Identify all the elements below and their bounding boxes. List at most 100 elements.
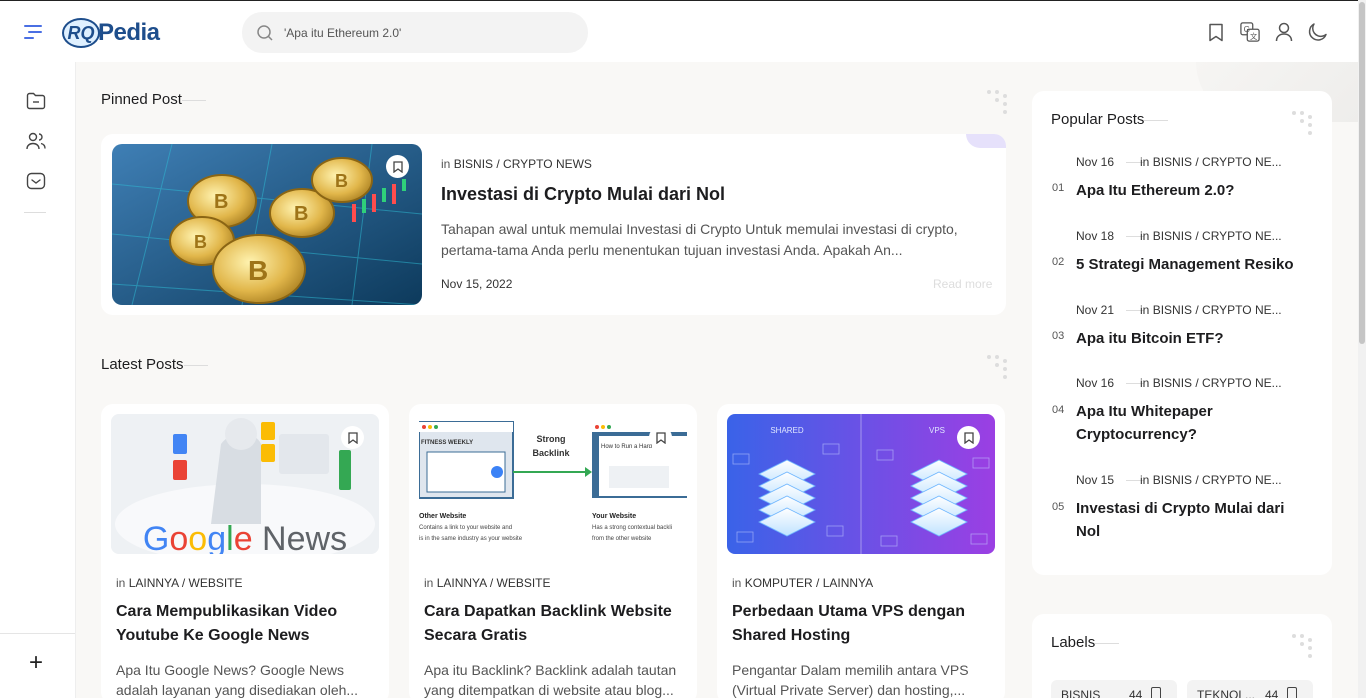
pinned-category-link[interactable]: BISNIS / CRYPTO NEWS [454, 157, 592, 171]
search-input[interactable] [284, 22, 574, 44]
bookmark-icon [1151, 687, 1161, 698]
search-icon [257, 25, 273, 41]
svg-text:Strong: Strong [537, 434, 566, 444]
popular-number: 03 [1052, 330, 1065, 342]
popular-category-link[interactable]: BISNIS / CRYPTO NE... [1153, 229, 1282, 243]
page-scrollbar[interactable] [1358, 0, 1366, 698]
bookmark-icon[interactable] [957, 426, 980, 449]
post-category-link[interactable]: KOMPUTER / LAINNYA [745, 576, 873, 590]
folder-icon[interactable] [25, 90, 47, 112]
svg-text:Backlink: Backlink [532, 448, 570, 458]
popular-category-link[interactable]: BISNIS / CRYPTO NE... [1153, 155, 1282, 169]
post-excerpt: Apa Itu Google News? Google News adalah … [116, 662, 359, 698]
moon-icon[interactable] [1308, 21, 1328, 43]
latest-dots-icon [987, 355, 1007, 379]
popular-date: Nov 16 [1076, 376, 1115, 390]
popular-date: Nov 16 [1076, 155, 1115, 169]
plus-icon[interactable]: + [25, 651, 47, 675]
label-count: 44 [1265, 688, 1279, 698]
post-category-link[interactable]: LAINNYA / WEBSITE [437, 576, 551, 590]
google-news-logo: Google News [143, 520, 347, 554]
post-title[interactable]: Perbedaan Utama VPS dengan Shared Hostin… [732, 600, 997, 648]
top-bar: RQ Pedia G文 [0, 0, 1358, 62]
post-category: in LAINNYA / WEBSITE [424, 576, 551, 590]
svg-text:FITNESS WEEKLY: FITNESS WEEKLY [421, 440, 473, 446]
popular-category: in BISNIS / CRYPTO NE... [1140, 155, 1282, 169]
logo-rq: RQ [62, 18, 100, 48]
user-icon[interactable] [1274, 21, 1294, 43]
users-icon[interactable] [25, 130, 47, 152]
svg-text:Has a strong contextual backli: Has a strong contextual backli [592, 525, 672, 531]
header-actions: G文 [1206, 21, 1328, 43]
svg-text:B: B [294, 203, 308, 225]
bookmark-icon[interactable] [649, 426, 672, 449]
post-card[interactable]: FITNESS WEEKLY Strong Backlink How to Ru… [409, 404, 697, 698]
site-logo[interactable]: RQ Pedia [62, 16, 160, 50]
label-chip[interactable]: BISNIS 44 [1051, 680, 1177, 698]
sidebar-bottom-divider [0, 633, 75, 634]
sidebar-divider [24, 212, 46, 213]
popular-posts-widget: Popular Posts Nov 16 in BISNIS / CRYPTO … [1032, 91, 1332, 575]
svg-text:B: B [214, 191, 228, 213]
bookmark-icon[interactable] [341, 426, 364, 449]
pinned-category: in BISNIS / CRYPTO NEWS [441, 157, 592, 171]
popular-category-link[interactable]: BISNIS / CRYPTO NE... [1153, 303, 1282, 317]
pinned-post-title[interactable]: Investasi di Crypto Mulai dari Nol [441, 184, 725, 205]
popular-category: in BISNIS / CRYPTO NE... [1140, 376, 1282, 390]
popular-number: 02 [1052, 256, 1065, 268]
popular-date: Nov 21 [1076, 303, 1115, 317]
post-card[interactable]: SHARED VPS in KOMPUTER / LAINNYA Perbeda… [717, 404, 1005, 698]
popular-title[interactable]: Apa Itu Ethereum 2.0? [1076, 179, 1316, 202]
label-name: BISNIS [1061, 688, 1101, 698]
svg-text:Your Website: Your Website [592, 513, 636, 520]
label-name: TEKNOL... [1197, 688, 1256, 698]
post-title[interactable]: Cara Mempublikasikan Video Youtube Ke Go… [116, 600, 381, 648]
labels-widget: Labels BISNIS 44 TEKNOL... 44 [1032, 614, 1332, 698]
sidebar: + [0, 62, 76, 698]
popular-category-link[interactable]: BISNIS / CRYPTO NE... [1153, 376, 1282, 390]
post-image[interactable]: SHARED VPS [727, 414, 995, 554]
read-more-link[interactable]: Read more [933, 277, 992, 291]
svg-text:B: B [194, 232, 207, 252]
scrollbar-thumb[interactable] [1359, 2, 1365, 344]
post-category: in KOMPUTER / LAINNYA [732, 576, 874, 590]
post-card[interactable]: Google News in LAINNYA / WEBSITE Cara Me… [101, 404, 389, 698]
pinned-post-image[interactable]: BB BB B [112, 144, 422, 305]
post-image[interactable]: Google News [111, 414, 379, 554]
svg-text:VPS: VPS [929, 426, 945, 435]
post-excerpt: Pengantar Dalam memilih antara VPS (Virt… [732, 662, 969, 698]
pinned-section-title: Pinned Post [101, 91, 206, 108]
popular-number: 01 [1052, 182, 1065, 194]
pinned-post-card[interactable]: BB BB B in BISNIS / CRYPTO NEWS Investas… [101, 134, 1006, 315]
post-category: in LAINNYA / WEBSITE [116, 576, 243, 590]
post-image[interactable]: FITNESS WEEKLY Strong Backlink How to Ru… [419, 414, 687, 554]
popular-title[interactable]: Investasi di Crypto Mulai dari Nol [1076, 497, 1306, 543]
label-count: 44 [1129, 688, 1143, 698]
svg-text:B: B [335, 171, 348, 191]
post-category-link[interactable]: LAINNYA / WEBSITE [129, 576, 243, 590]
popular-category: in BISNIS / CRYPTO NE... [1140, 473, 1282, 487]
popular-category-link[interactable]: BISNIS / CRYPTO NE... [1153, 473, 1282, 487]
bookmark-icon[interactable] [386, 155, 409, 178]
svg-text:B: B [248, 255, 268, 286]
popular-title[interactable]: Apa Itu Whitepaper Cryptocurrency? [1076, 400, 1256, 446]
svg-text:SHARED: SHARED [770, 426, 804, 435]
popular-category: in BISNIS / CRYPTO NE... [1140, 229, 1282, 243]
svg-text:is in the same industry as you: is in the same industry as your website [419, 536, 523, 542]
bookmark-icon [1287, 687, 1297, 698]
label-chip[interactable]: TEKNOL... 44 [1187, 680, 1313, 698]
inbox-icon[interactable] [25, 170, 47, 192]
search-bar[interactable] [242, 12, 588, 53]
svg-text:G: G [1244, 25, 1250, 34]
latest-section-title: Latest Posts [101, 356, 207, 373]
translate-icon[interactable]: G文 [1240, 21, 1260, 43]
bookmark-icon[interactable] [1206, 21, 1226, 43]
popular-number: 05 [1052, 501, 1065, 513]
pinned-post-date: Nov 15, 2022 [441, 277, 513, 291]
post-title[interactable]: Cara Dapatkan Backlink Website Secara Gr… [424, 600, 689, 648]
logo-pedia: Pedia [98, 19, 160, 46]
menu-icon[interactable] [24, 23, 46, 41]
pinned-dots-icon [987, 90, 1007, 114]
popular-title[interactable]: Apa itu Bitcoin ETF? [1076, 327, 1316, 350]
popular-title[interactable]: 5 Strategi Management Resiko [1076, 253, 1316, 276]
